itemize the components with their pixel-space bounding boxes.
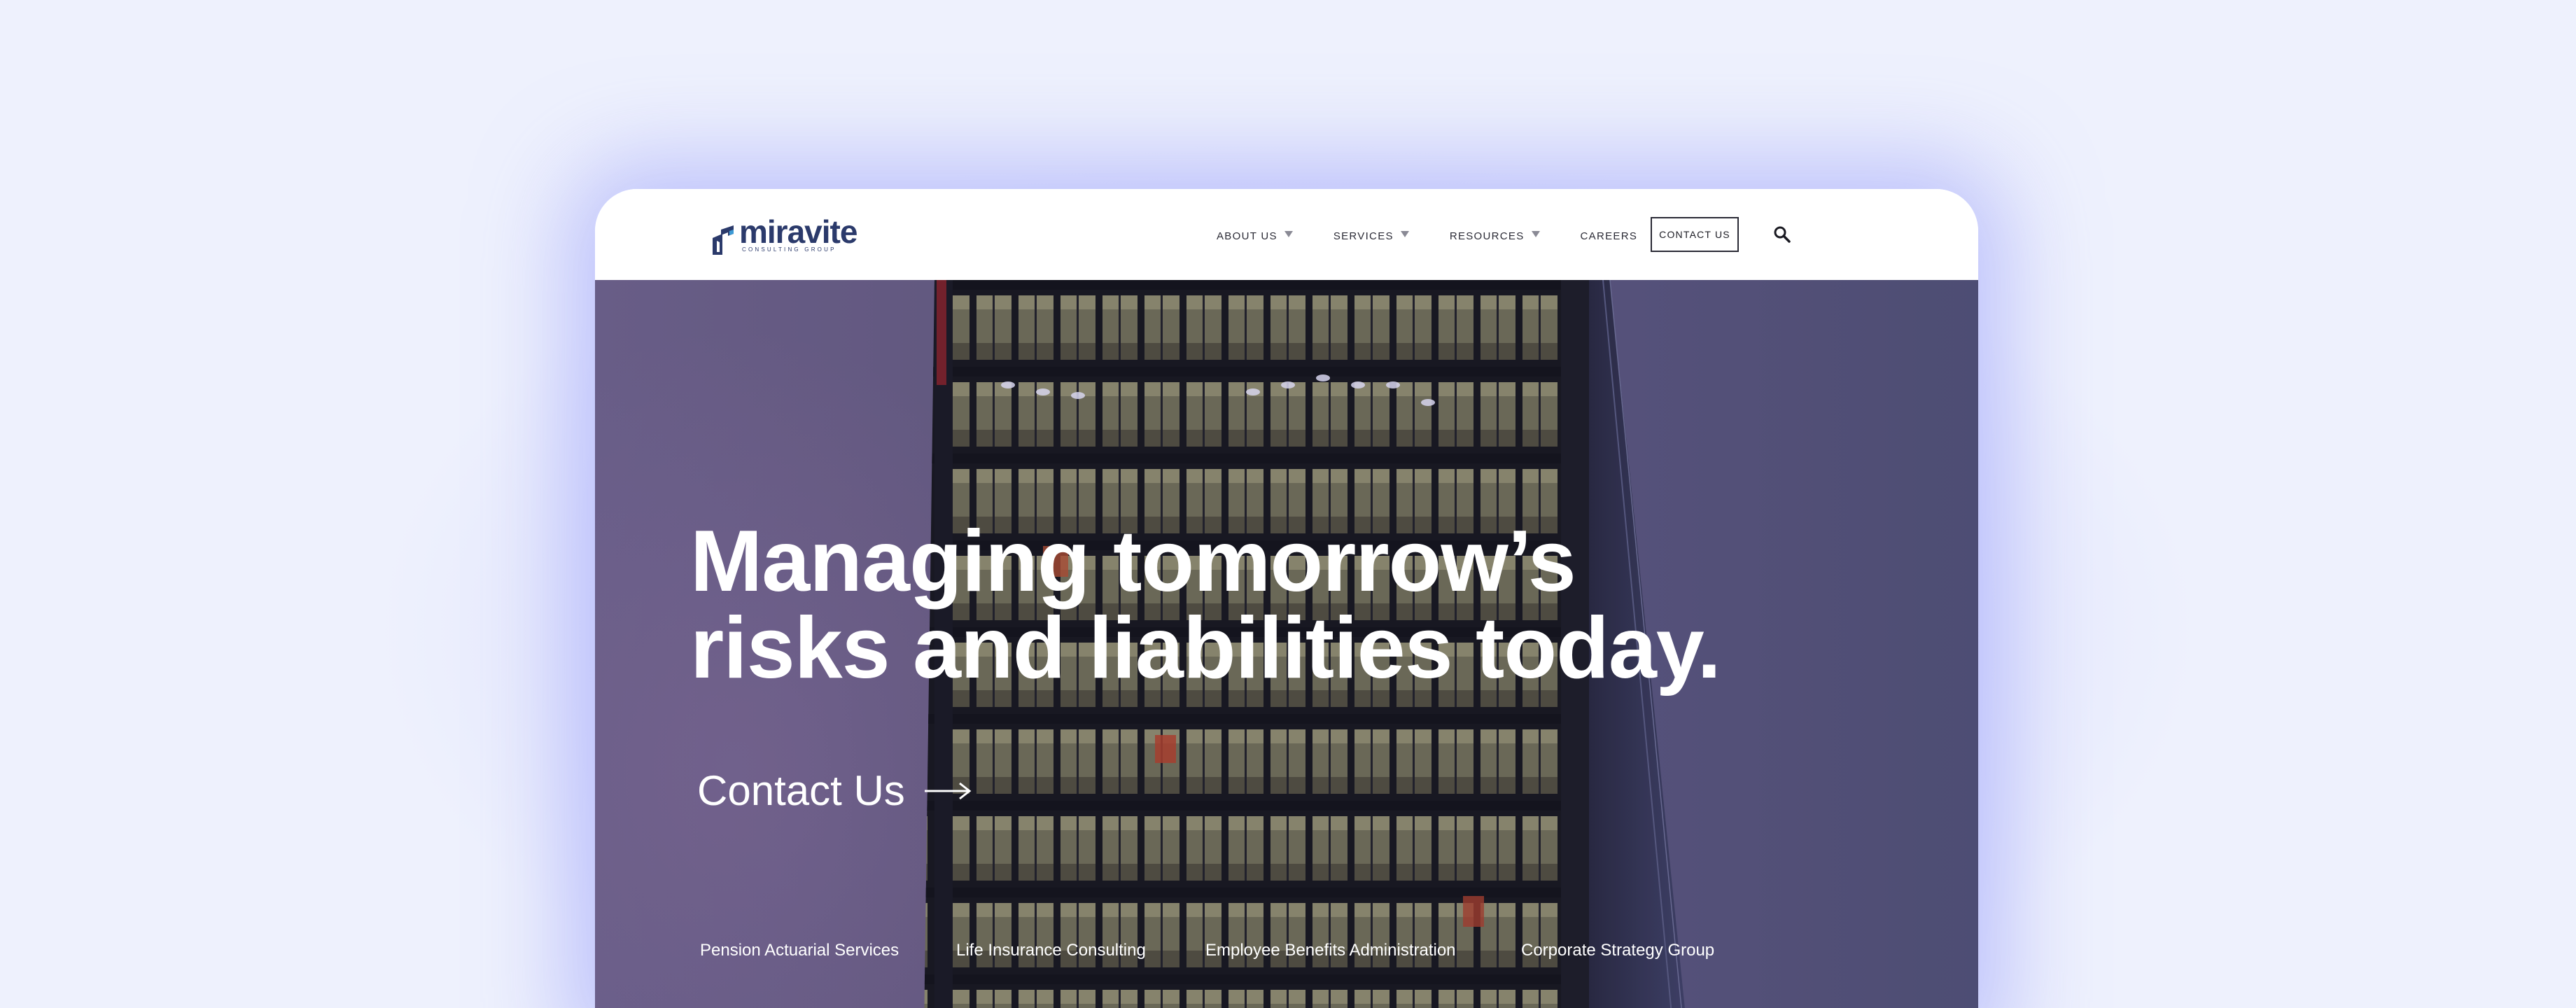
service-link-pension-actuarial[interactable]: Pension Actuarial Services — [700, 941, 899, 960]
service-links: Pension Actuarial Services Life Insuranc… — [595, 941, 1978, 969]
website-preview-card: miravite Consulting Group ABOUT US SERVI… — [595, 189, 1978, 1008]
nav-item-careers[interactable]: CAREERS — [1581, 227, 1638, 242]
nav-item-services[interactable]: SERVICES — [1334, 227, 1409, 242]
nav-item-label: ABOUT US — [1217, 230, 1278, 242]
hero-headline-line-1: Managing tomorrow’s — [690, 513, 1576, 610]
page-background: miravite Consulting Group ABOUT US SERVI… — [0, 0, 2576, 1008]
hero-headline-line-2: risks and liabilities today. — [690, 600, 1721, 696]
contact-us-button[interactable]: CONTACT US — [1651, 217, 1739, 252]
caret-down-icon — [1400, 230, 1409, 237]
nav-item-label: SERVICES — [1333, 230, 1394, 242]
logo-mark-icon — [713, 225, 734, 255]
hero-contact-us-label: Contact Us — [697, 767, 905, 814]
logo-tagline: Consulting Group — [742, 246, 836, 253]
search-icon[interactable] — [1773, 225, 1791, 244]
logo-wordmark: miravite — [739, 214, 858, 250]
top-navigation-bar: miravite Consulting Group ABOUT US SERVI… — [595, 189, 1978, 280]
service-link-corporate-strategy[interactable]: Corporate Strategy Group — [1521, 941, 1714, 960]
nav-item-label: RESOURCES — [1449, 230, 1525, 242]
hero-contact-us-link[interactable]: Contact Us — [697, 766, 972, 815]
nav-item-about-us[interactable]: ABOUT US — [1217, 227, 1293, 242]
caret-down-icon — [1284, 230, 1293, 237]
main-menu: ABOUT US SERVICES RESOURCES CAREERS — [1217, 189, 1678, 280]
service-link-life-insurance[interactable]: Life Insurance Consulting — [956, 941, 1146, 960]
hero-section: Managing tomorrow’s risks and liabilitie… — [595, 280, 1978, 1008]
caret-down-icon — [1531, 230, 1540, 237]
nav-item-label: CAREERS — [1580, 230, 1638, 242]
nav-item-resources[interactable]: RESOURCES — [1450, 227, 1540, 242]
miravite-logo[interactable]: miravite Consulting Group — [710, 214, 858, 256]
hero-headline: Managing tomorrow’s risks and liabilitie… — [690, 518, 1740, 692]
arrow-right-icon — [924, 782, 972, 799]
service-link-employee-benefits[interactable]: Employee Benefits Administration — [1205, 941, 1456, 960]
